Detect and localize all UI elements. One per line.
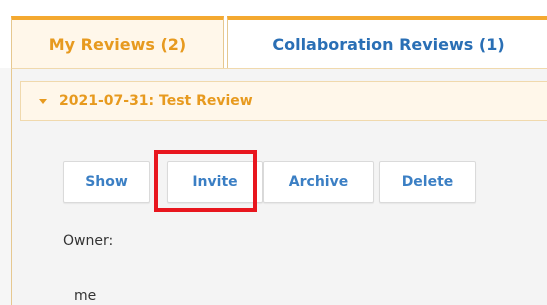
owner-label: Owner: — [63, 233, 114, 249]
archive-button[interactable]: Archive — [263, 161, 374, 203]
tab-collaboration-reviews[interactable]: Collaboration Reviews (1) — [227, 16, 547, 68]
owner-value: me — [74, 288, 97, 304]
delete-button[interactable]: Delete — [379, 161, 476, 203]
tab-panel: 2021-07-31: Test Review Show Invite Arch… — [11, 68, 547, 305]
invite-button-label: Invite — [192, 174, 238, 190]
review-title: 2021-07-31: Test Review — [59, 93, 253, 109]
tab-bar: My Reviews (2) Collaboration Reviews (1) — [0, 0, 547, 68]
review-accordion-header[interactable]: 2021-07-31: Test Review — [20, 81, 547, 121]
delete-button-label: Delete — [401, 174, 454, 190]
caret-down-icon — [39, 99, 47, 104]
show-button-label: Show — [85, 174, 128, 190]
archive-button-label: Archive — [288, 174, 349, 190]
tab-collaboration-reviews-label: Collaboration Reviews (1) — [272, 34, 505, 54]
show-button[interactable]: Show — [63, 161, 150, 203]
invite-button[interactable]: Invite — [167, 161, 263, 203]
tab-my-reviews[interactable]: My Reviews (2) — [11, 16, 224, 68]
tab-my-reviews-label: My Reviews (2) — [48, 34, 187, 54]
reviews-page: My Reviews (2) Collaboration Reviews (1)… — [0, 0, 547, 305]
